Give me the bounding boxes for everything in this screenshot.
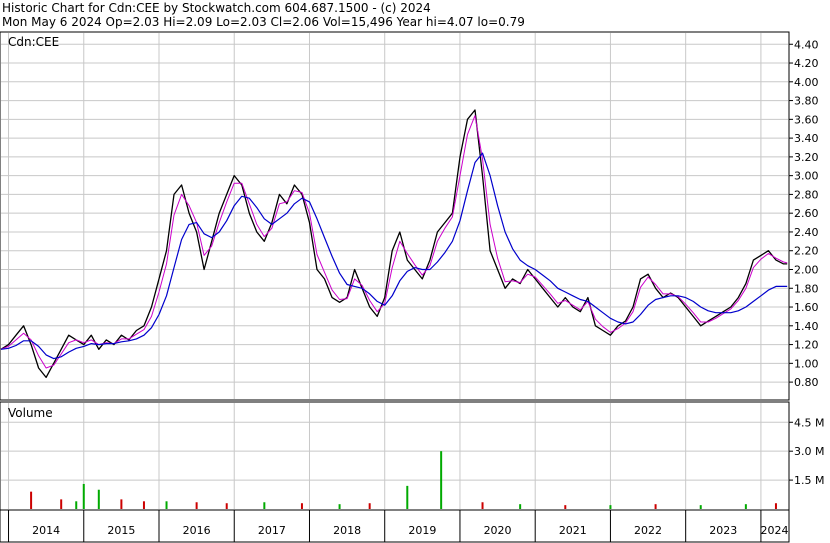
price-tick-label: 0.80 xyxy=(794,376,819,389)
volume-bar xyxy=(165,501,168,509)
stock-chart: Cdn:CEE Volume 4.40 4.20 4.00 3.80 3.60 3.40 3… xyxy=(0,31,824,543)
volume-bar xyxy=(609,505,612,509)
x-tick-label: 2024 xyxy=(760,524,788,537)
price-tick-label: 3.00 xyxy=(794,170,819,183)
volume-bar xyxy=(263,502,266,509)
volume-bar xyxy=(120,499,123,509)
price-tick-label: 1.00 xyxy=(794,357,819,370)
price-tick-label: 2.20 xyxy=(794,245,819,258)
x-tick-label: 2015 xyxy=(107,524,135,537)
volume-bar xyxy=(564,505,567,509)
price-series xyxy=(0,109,788,379)
x-tick-label: 2016 xyxy=(183,524,211,537)
price-tick-label: 1.60 xyxy=(794,301,819,314)
x-tick-label: 2020 xyxy=(484,524,512,537)
price-tick-label: 3.20 xyxy=(794,151,819,164)
volume-bar xyxy=(300,503,303,509)
x-tick-label: 2023 xyxy=(709,524,737,537)
x-tick-label: 2014 xyxy=(32,524,60,537)
volume-tick-label: 1.5 M xyxy=(794,474,824,487)
volume-bar xyxy=(75,501,78,509)
x-tick-label: 2022 xyxy=(634,524,662,537)
x-tick-label: 2021 xyxy=(559,524,587,537)
volume-bar xyxy=(142,501,145,509)
price-tick-label: 2.80 xyxy=(794,188,819,201)
price-tick-label: 1.20 xyxy=(794,339,819,352)
volume-axis-ticks: 4.5 M 3.0 M 1.5 M xyxy=(789,416,824,487)
price-tick-label: 1.80 xyxy=(794,282,819,295)
price-tick-label: 4.40 xyxy=(794,38,819,51)
price-tick-label: 3.60 xyxy=(794,113,819,126)
price-tick-label: 2.60 xyxy=(794,207,819,220)
price-grid xyxy=(1,33,788,399)
price-panel-label: Cdn:CEE xyxy=(8,35,59,49)
volume-bar xyxy=(744,504,747,509)
volume-bar xyxy=(30,491,33,509)
volume-bar xyxy=(60,499,63,509)
volume-panel-frame xyxy=(0,401,790,511)
volume-bar xyxy=(195,502,198,509)
price-tick-label: 1.40 xyxy=(794,320,819,333)
volume-bar xyxy=(519,504,522,509)
x-tick-label: 2019 xyxy=(408,524,436,537)
volume-bar xyxy=(654,504,657,509)
volume-bar xyxy=(368,503,371,509)
price-tick-label: 4.20 xyxy=(794,57,819,70)
volume-bar xyxy=(481,502,484,509)
volume-tick-label: 4.5 M xyxy=(794,416,824,429)
volume-bar xyxy=(97,489,100,509)
volume-bar xyxy=(225,503,228,509)
price-tick-label: 2.00 xyxy=(794,263,819,276)
x-axis-labels: 2014 2015 2016 2017 2018 2019 2020 2021 2022 2023… xyxy=(8,510,788,542)
price-tick-label: 2.40 xyxy=(794,226,819,239)
volume-bar xyxy=(338,504,341,509)
volume-panel-label: Volume xyxy=(8,406,53,420)
x-tick-label: 2017 xyxy=(258,524,286,537)
volume-bar xyxy=(774,503,777,509)
volume-tick-label: 3.0 M xyxy=(794,445,824,458)
volume-grid xyxy=(1,403,788,509)
volume-bar xyxy=(699,505,702,509)
volume-bar xyxy=(82,483,85,509)
short-moving-average-line xyxy=(0,115,788,369)
volume-bar xyxy=(406,485,409,509)
volume-bar xyxy=(440,451,443,509)
price-tick-label: 3.80 xyxy=(794,95,819,108)
price-axis-ticks: 4.40 4.20 4.00 3.80 3.60 3.40 3.20 3.00 2.80 2.60… xyxy=(789,38,819,389)
x-tick-label: 2018 xyxy=(333,524,361,537)
price-tick-label: 4.00 xyxy=(794,76,819,89)
price-close-line xyxy=(0,109,788,379)
long-moving-average-line xyxy=(0,152,788,360)
price-tick-label: 3.40 xyxy=(794,132,819,145)
